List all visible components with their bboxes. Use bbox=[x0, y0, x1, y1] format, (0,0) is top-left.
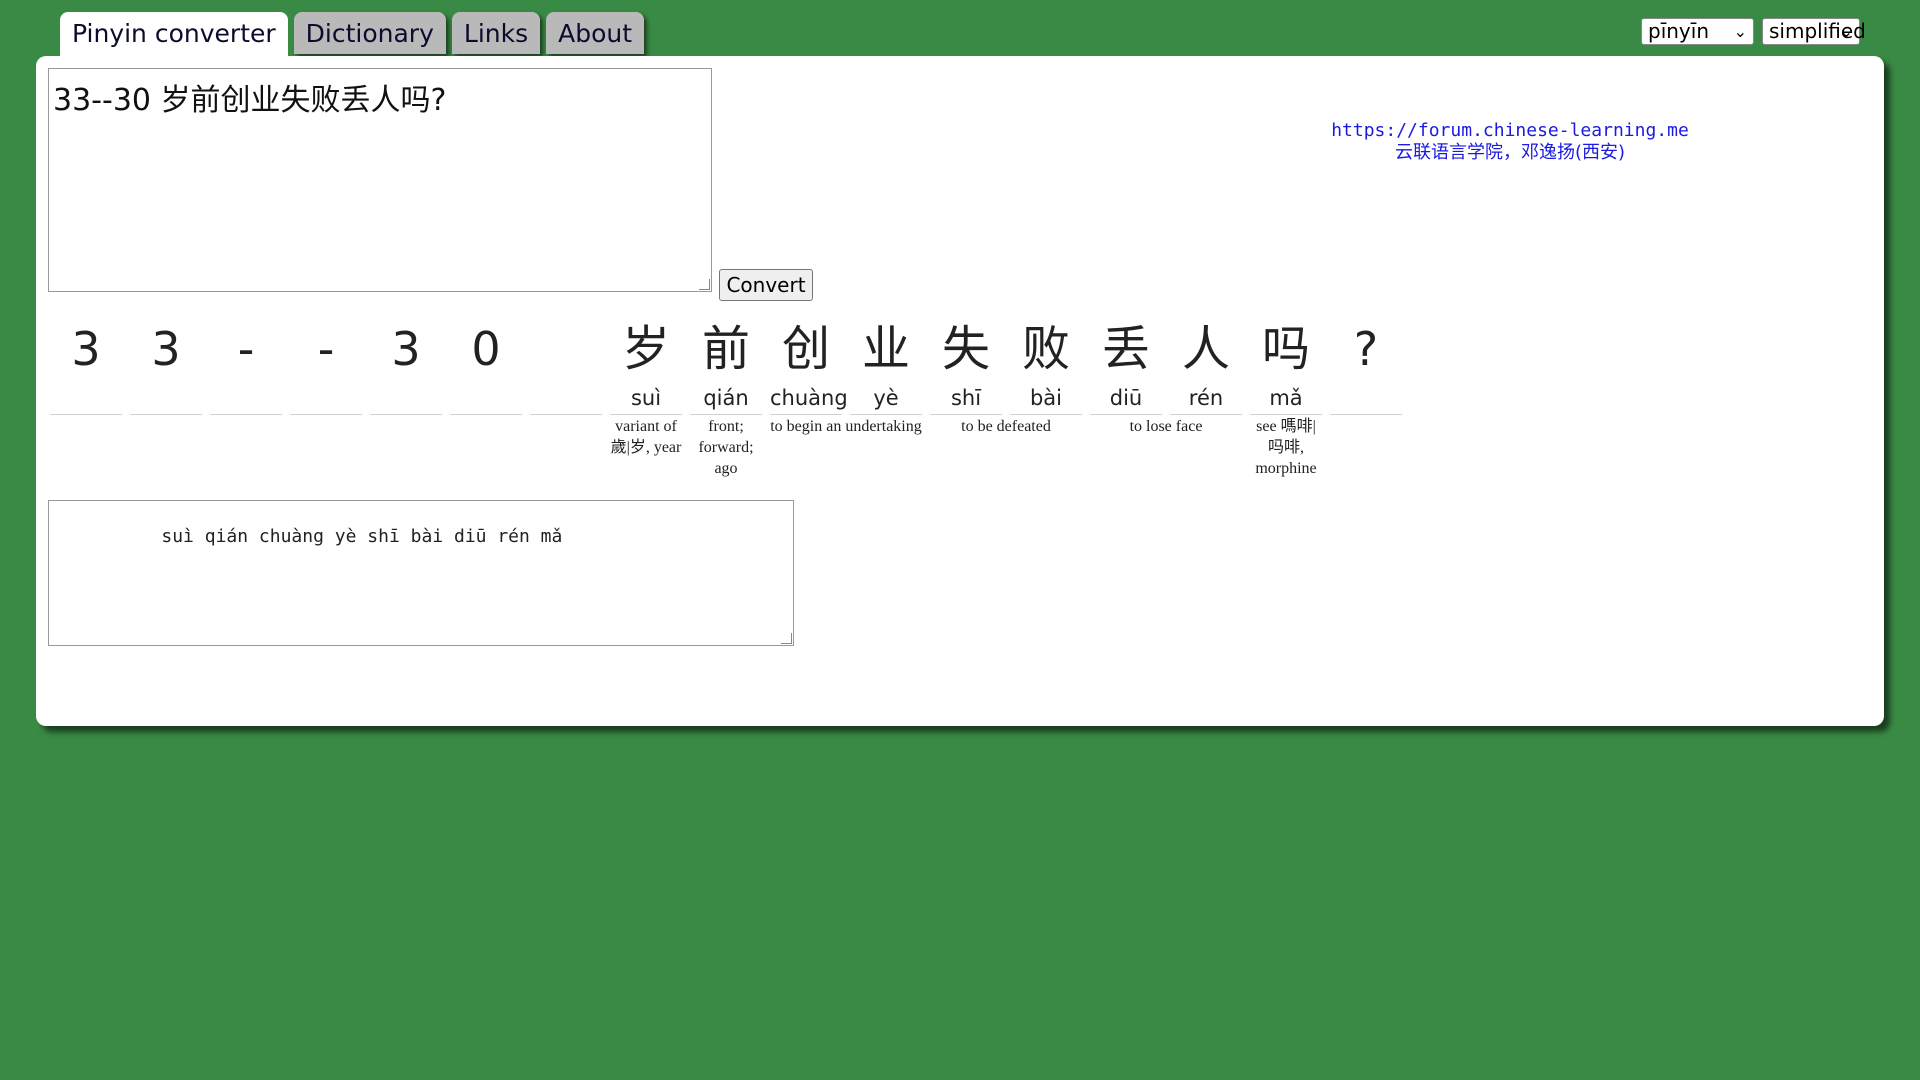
token: 0 bbox=[450, 314, 522, 415]
tab-about[interactable]: About bbox=[546, 12, 645, 54]
token-divider bbox=[1330, 414, 1402, 415]
resize-handle-icon[interactable] bbox=[699, 279, 710, 290]
token bbox=[530, 314, 602, 415]
token-pinyin bbox=[50, 384, 122, 412]
converter-panel: 33--30 岁前创业失败丢人吗? Convert https://forum.… bbox=[36, 56, 1884, 726]
tone-style-value: pīnyīn bbox=[1648, 19, 1709, 43]
forum-link[interactable]: https://forum.chinese-learning.me bbox=[1300, 120, 1720, 142]
token: 败 bài bbox=[1010, 314, 1082, 415]
convert-button[interactable]: Convert bbox=[719, 269, 813, 301]
token-char: 前 bbox=[701, 321, 750, 377]
token-divider bbox=[850, 414, 922, 415]
token-char: 创 bbox=[781, 321, 830, 377]
token-char: 3 bbox=[391, 322, 421, 376]
token-char: ? bbox=[1353, 322, 1379, 376]
token: 业 yè bbox=[850, 314, 922, 415]
site-info: https://forum.chinese-learning.me 云联语言学院… bbox=[1300, 120, 1720, 164]
token-divider bbox=[690, 414, 762, 415]
token-pinyin: mǎ bbox=[1269, 386, 1303, 410]
gloss-qian: front; forward; ago bbox=[698, 418, 754, 477]
token-char: 人 bbox=[1181, 321, 1230, 377]
token-divider bbox=[50, 414, 122, 415]
tab-links[interactable]: Links bbox=[451, 12, 541, 54]
token-pinyin: shī bbox=[950, 386, 982, 410]
token-divider bbox=[290, 414, 362, 415]
token: 前 qián bbox=[690, 314, 762, 415]
token-divider bbox=[1010, 414, 1082, 415]
token: 人 rén bbox=[1170, 314, 1242, 415]
token-char: 业 bbox=[861, 321, 910, 377]
token-pinyin: qián bbox=[703, 386, 749, 410]
pinyin-output-text: suì qián chuàng yè shī bài diū rén mǎ bbox=[96, 526, 563, 547]
token-pinyin: chuàng bbox=[770, 386, 848, 410]
gloss-ma: see 嗎啡|吗啡, morphine bbox=[1255, 418, 1317, 477]
gloss-chuangye: to begin an undertaking bbox=[770, 418, 922, 435]
credit-text: 云联语言学院，邓逸扬(西安) bbox=[1394, 142, 1626, 163]
tab-pinyin-converter[interactable]: Pinyin converter bbox=[60, 12, 288, 56]
token: 丢 diū bbox=[1090, 314, 1162, 415]
token-char: 失 bbox=[941, 321, 990, 377]
script-select[interactable]: simplified ⌄ bbox=[1762, 18, 1866, 45]
pinyin-output[interactable]: suì qián chuàng yè shī bài diū rén mǎ bbox=[48, 500, 794, 646]
token-pinyin bbox=[370, 384, 442, 412]
tone-style-select[interactable]: pīnyīn ⌄ bbox=[1641, 18, 1754, 45]
gloss-diuren: to lose face bbox=[1129, 418, 1203, 435]
token-char: 0 bbox=[471, 322, 501, 376]
token-pinyin bbox=[1330, 384, 1402, 412]
token-divider bbox=[1170, 414, 1242, 415]
token-divider bbox=[130, 414, 202, 415]
token-pinyin bbox=[530, 384, 602, 412]
options-bar: pīnyīn ⌄ simplified ⌄ bbox=[1641, 18, 1866, 45]
chinese-input-text: 33--30 岁前创业失败丢人吗? bbox=[53, 83, 447, 118]
token-divider bbox=[1090, 414, 1162, 415]
token: 岁 suì bbox=[610, 314, 682, 415]
token: 创 chuàng bbox=[770, 314, 848, 415]
token-pinyin: rén bbox=[1188, 386, 1224, 410]
token-divider bbox=[1250, 414, 1322, 415]
token-divider bbox=[610, 414, 682, 415]
token-divider bbox=[370, 414, 442, 415]
token: - bbox=[290, 314, 362, 415]
token-pinyin bbox=[130, 384, 202, 412]
token: 3 bbox=[50, 314, 122, 415]
token-divider bbox=[210, 414, 282, 415]
token: 3 bbox=[130, 314, 202, 415]
token: 吗 mǎ bbox=[1250, 314, 1322, 415]
token-char: 岁 bbox=[621, 321, 670, 377]
token-pinyin: bài bbox=[1029, 386, 1063, 410]
token-divider bbox=[770, 414, 842, 415]
token-divider bbox=[530, 414, 602, 415]
token-divider bbox=[450, 414, 522, 415]
chevron-down-icon: ⌄ bbox=[1733, 22, 1747, 41]
token-char bbox=[530, 314, 602, 384]
token: ? bbox=[1330, 314, 1402, 415]
token: 3 bbox=[370, 314, 442, 415]
tab-bar: Pinyin converter Dictionary Links About bbox=[60, 12, 650, 56]
token-char: - bbox=[317, 322, 335, 376]
token-char: 3 bbox=[151, 322, 181, 376]
token-pinyin bbox=[290, 384, 362, 412]
token-divider bbox=[930, 414, 1002, 415]
token-char: 吗 bbox=[1261, 321, 1310, 377]
token-char: 3 bbox=[71, 322, 101, 376]
token-pinyin: yè bbox=[873, 386, 899, 410]
token-pinyin bbox=[450, 384, 522, 412]
token: - bbox=[210, 314, 282, 415]
gloss-shibai: to be defeated bbox=[961, 418, 1051, 435]
token-pinyin: suì bbox=[630, 386, 662, 410]
token-pinyin: diū bbox=[1109, 386, 1143, 410]
token-char: 败 bbox=[1021, 321, 1070, 377]
chinese-input[interactable]: 33--30 岁前创业失败丢人吗? bbox=[48, 68, 712, 292]
resize-handle-icon[interactable] bbox=[781, 633, 792, 644]
chevron-down-icon: ⌄ bbox=[1839, 22, 1853, 41]
token-char: 丢 bbox=[1101, 321, 1150, 377]
token-pinyin bbox=[210, 384, 282, 412]
tab-dictionary[interactable]: Dictionary bbox=[293, 12, 446, 54]
token-char: - bbox=[237, 322, 255, 376]
token: 失 shī bbox=[930, 314, 1002, 415]
gloss-sui: variant of 歲|岁, year bbox=[610, 418, 682, 456]
